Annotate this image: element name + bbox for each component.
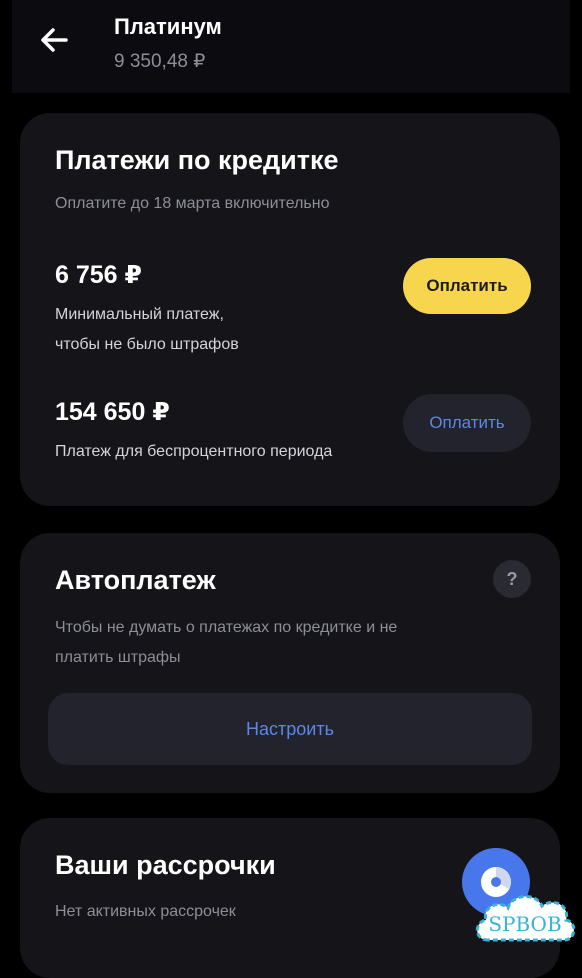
minimum-payment-caption-line2: чтобы не было штрафов — [55, 336, 239, 353]
watermark-text: SPBOB — [488, 912, 561, 936]
installments-description: Нет активных рассрочек — [55, 903, 236, 920]
pay-grace-button[interactable]: Оплатить — [403, 394, 531, 452]
back-button[interactable] — [34, 20, 74, 60]
autopay-title: Автоплатеж — [55, 565, 216, 595]
arrow-left-icon — [41, 28, 68, 52]
payment-due-text: Оплатите до 18 марта включительно — [55, 195, 330, 212]
minimum-payment-caption-line1: Минимальный платеж, — [55, 306, 224, 323]
autopay-description-line1: Чтобы не думать о платежах по кредитке и… — [55, 619, 398, 636]
grace-payment-amount: 154 650 ₽ — [55, 398, 170, 426]
minimum-payment-amount: 6 756 ₽ — [55, 261, 142, 289]
payments-title: Платежи по кредитке — [55, 145, 339, 175]
question-icon: ? — [506, 569, 518, 589]
pay-minimum-button[interactable]: Оплатить — [403, 258, 531, 314]
autopay-description: Чтобы не думать о платежах по кредитке и… — [55, 613, 397, 673]
setup-autopay-button[interactable]: Настроить — [48, 693, 532, 765]
account-title: Платинум — [114, 14, 222, 39]
spbob-watermark: SPBOB — [472, 888, 580, 954]
minimum-payment-caption: Минимальный платеж, чтобы не было штрафо… — [55, 300, 355, 360]
credit-card-payments-card: Платежи по кредитке Оплатите до 18 марта… — [20, 113, 560, 506]
grace-payment-caption: Платеж для беспроцентного периода — [55, 443, 333, 460]
top-bar: Платинум 9 350,48 ₽ — [12, 0, 570, 93]
autopay-description-line2: платить штрафы — [55, 649, 181, 666]
help-button[interactable]: ? — [493, 560, 531, 598]
autopay-card: Автоплатеж ? Чтобы не думать о платежах … — [20, 533, 560, 793]
installments-title: Ваши рассрочки — [55, 850, 276, 880]
account-balance: 9 350,48 ₽ — [114, 51, 206, 72]
